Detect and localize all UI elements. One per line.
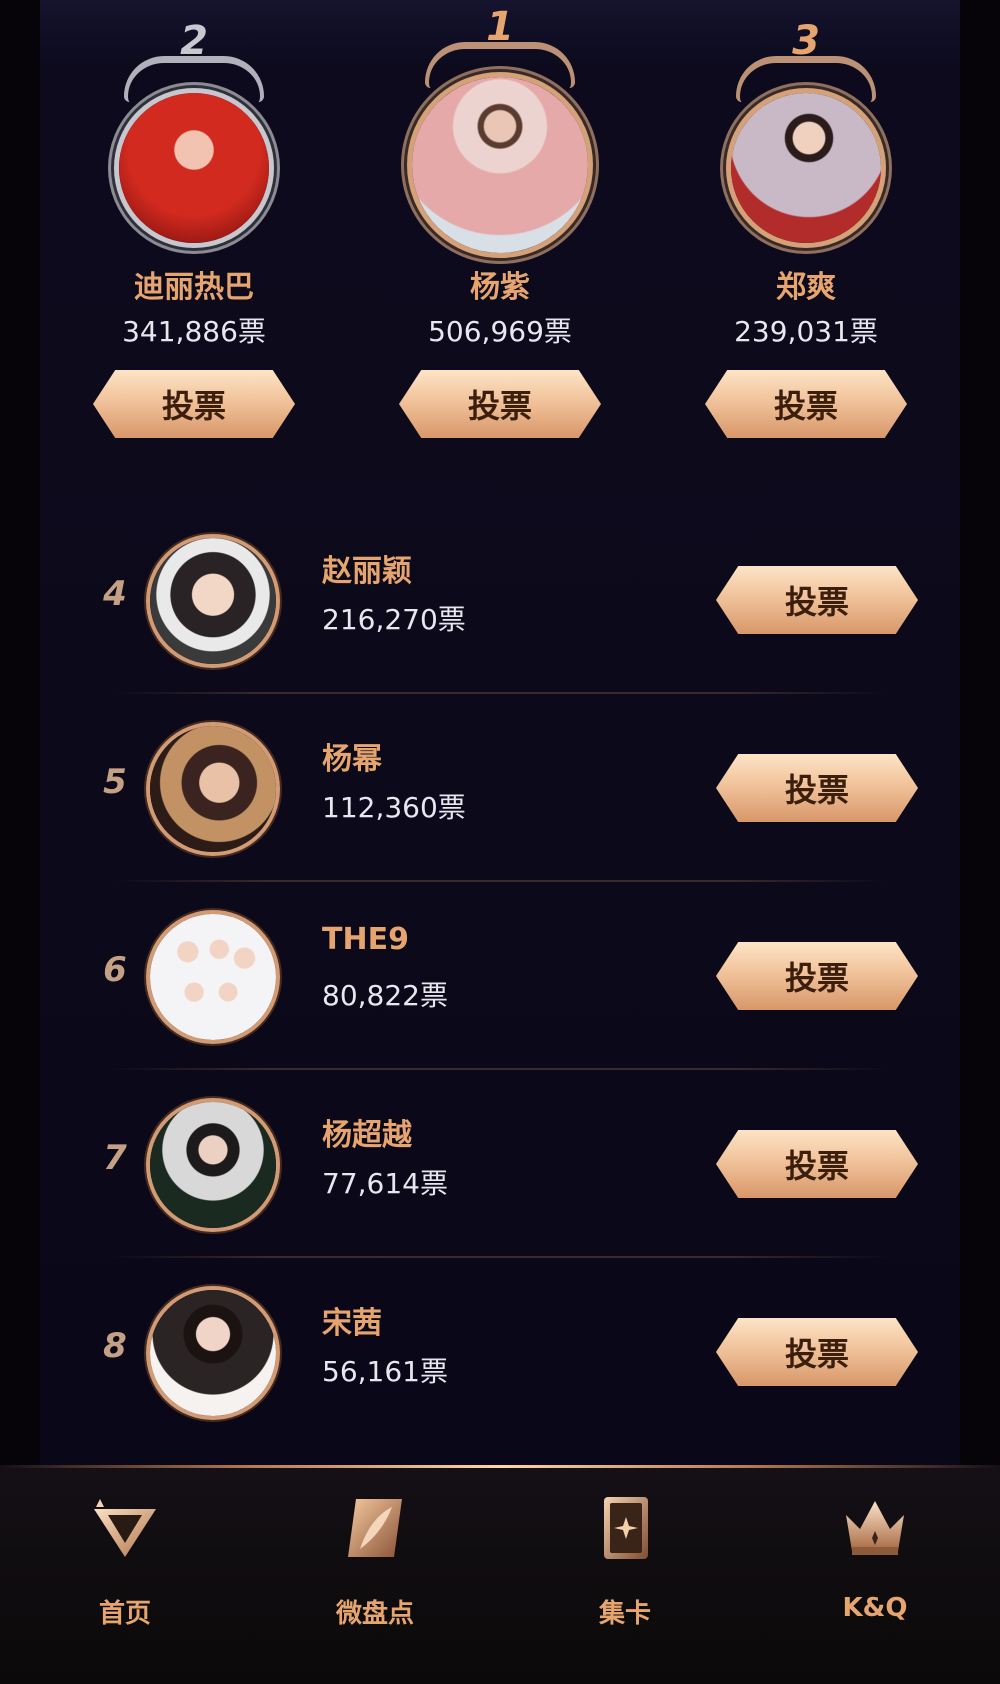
tab-label: K&Q: [842, 1593, 908, 1623]
list-item: 8 宋茜 56,161票 投票: [0, 1258, 1000, 1446]
star-name: 杨幂: [322, 742, 382, 777]
rank-number: 5: [103, 762, 127, 802]
rank-number: 1: [486, 4, 514, 50]
rank-number: 4: [103, 574, 127, 614]
tab-kq[interactable]: K&Q: [795, 1495, 955, 1635]
avatar[interactable]: [726, 88, 886, 248]
tab-home[interactable]: 首页: [45, 1495, 205, 1635]
tab-label: 微盘点: [335, 1599, 414, 1629]
vote-count: 112,360票: [322, 791, 466, 824]
vote-count: 341,886票: [122, 315, 266, 348]
star-name: 杨紫: [470, 270, 530, 305]
card-collection-icon: [604, 1497, 648, 1559]
feather-card-icon: [348, 1499, 402, 1557]
tab-weipandian[interactable]: 微盘点: [295, 1495, 455, 1635]
vote-button[interactable]: 投票: [716, 1130, 918, 1198]
vote-count: 80,822票: [322, 979, 448, 1012]
rank-number: 6: [103, 950, 127, 990]
vote-button[interactable]: 投票: [716, 942, 918, 1010]
list-item: 7 杨超越 77,614票 投票: [0, 1070, 1000, 1258]
avatar[interactable]: [146, 722, 280, 856]
vote-count: 506,969票: [428, 315, 572, 348]
avatar[interactable]: [146, 534, 280, 668]
rank-number: 8: [103, 1326, 127, 1366]
rank-number: 2: [180, 18, 208, 64]
podium-rank-1: 1 杨紫 506,969票 投票: [390, 0, 610, 440]
avatar[interactable]: [114, 88, 274, 248]
tab-label: 首页: [98, 1599, 151, 1629]
tab-jika[interactable]: 集卡: [545, 1495, 705, 1635]
avatar[interactable]: [146, 1286, 280, 1420]
list-item: 6 THE9 80,822票 投票: [0, 882, 1000, 1070]
list-item: 5 杨幂 112,360票 投票: [0, 694, 1000, 882]
star-name: 郑爽: [776, 270, 836, 305]
vote-button[interactable]: 投票: [399, 370, 601, 438]
vote-count: 239,031票: [734, 315, 878, 348]
vote-button[interactable]: 投票: [716, 566, 918, 634]
star-name: THE9: [322, 922, 409, 957]
vote-count: 77,614票: [322, 1167, 448, 1200]
vote-button[interactable]: 投票: [716, 1318, 918, 1386]
rank-number: 3: [792, 18, 820, 64]
podium-rank-3: 3 郑爽 239,031票 投票: [696, 0, 916, 440]
vote-count: 216,270票: [322, 603, 466, 636]
star-name: 杨超越: [322, 1118, 412, 1153]
vote-button[interactable]: 投票: [93, 370, 295, 438]
bottom-tab-bar: 首页 微盘点 集卡 K&Q: [0, 1465, 1000, 1684]
avatar[interactable]: [146, 910, 280, 1044]
star-name: 宋茜: [322, 1306, 382, 1341]
vote-button[interactable]: 投票: [705, 370, 907, 438]
tab-label: 集卡: [598, 1599, 651, 1629]
list-item: 4 赵丽颖 216,270票 投票: [0, 506, 1000, 694]
star-name: 迪丽热巴: [134, 270, 254, 305]
vote-count: 56,161票: [322, 1355, 448, 1388]
star-name: 赵丽颖: [322, 554, 412, 589]
vote-button[interactable]: 投票: [716, 754, 918, 822]
avatar[interactable]: [407, 72, 593, 258]
tab-bar-glow-divider: [0, 1465, 1000, 1468]
avatar[interactable]: [146, 1098, 280, 1232]
podium-rank-2: 2 迪丽热巴 341,886票 投票: [84, 0, 304, 440]
crown-icon: [846, 1501, 904, 1555]
rank-number: 7: [103, 1138, 127, 1178]
home-triangle-icon: [94, 1499, 156, 1557]
